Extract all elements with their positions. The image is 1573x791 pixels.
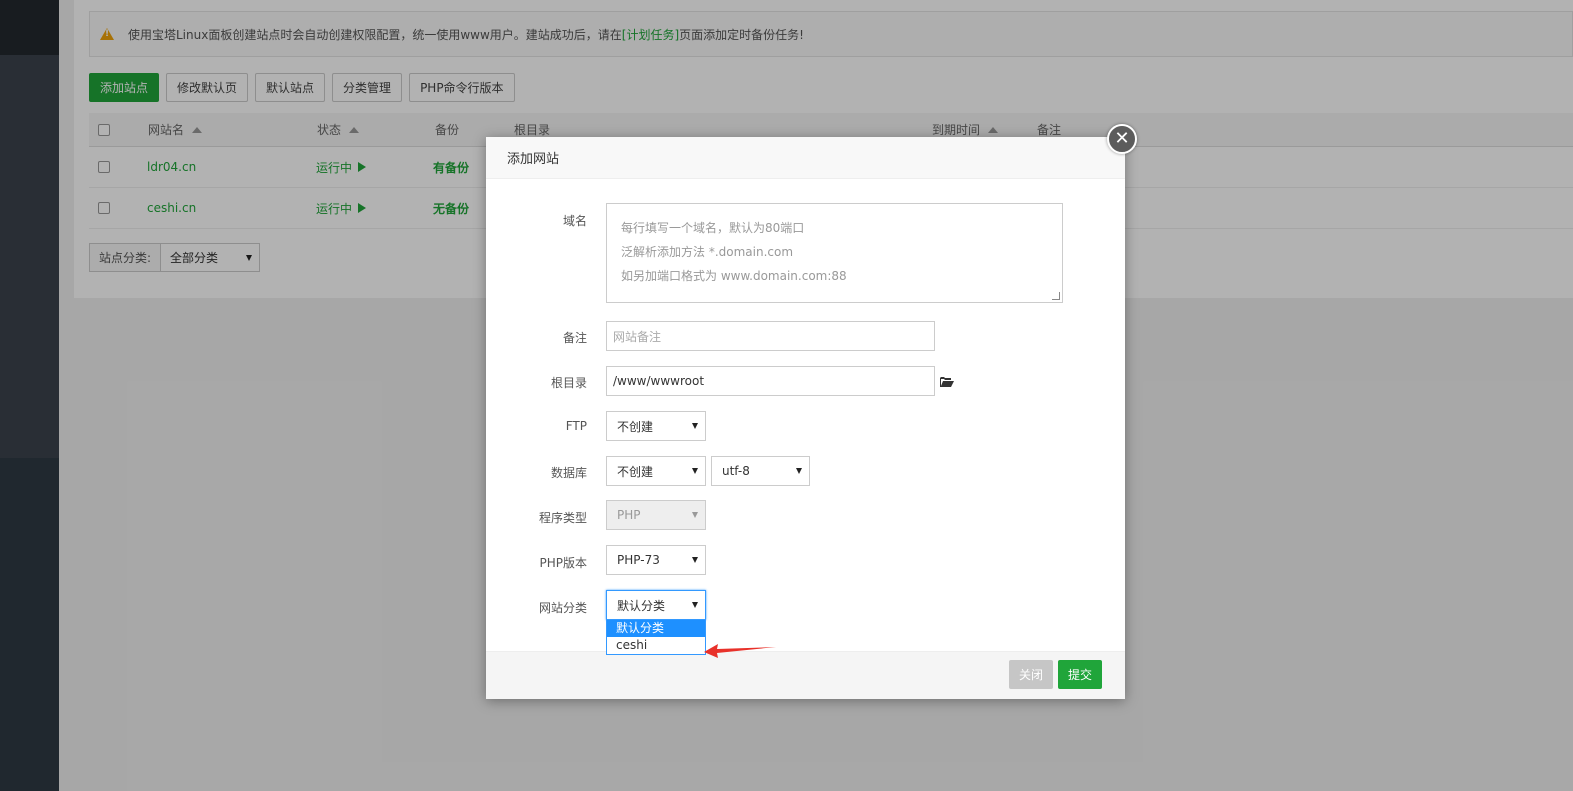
site-category-select[interactable]: 默认分类 <box>606 590 706 620</box>
chevron-down-icon <box>692 423 698 429</box>
site-category-dropdown: 默认分类 ceshi <box>606 619 706 655</box>
label-site-category: 网站分类 <box>538 601 587 615</box>
chevron-down-icon <box>692 468 698 474</box>
db-charset-select[interactable]: utf-8 <box>711 456 810 486</box>
category-option[interactable]: 默认分类 <box>607 620 705 637</box>
label-program-type: 程序类型 <box>538 511 587 525</box>
close-button[interactable]: 关闭 <box>1009 660 1054 689</box>
label-root: 根目录 <box>550 376 587 390</box>
submit-button[interactable]: 提交 <box>1058 660 1103 689</box>
php-version-select[interactable]: PHP-73 <box>606 545 706 575</box>
chevron-down-icon <box>692 512 698 518</box>
chevron-down-icon <box>692 602 698 608</box>
program-type-select: PHP <box>606 500 706 530</box>
chevron-down-icon <box>796 468 802 474</box>
dialog-title: 添加网站 <box>486 137 1125 179</box>
label-domain: 域名 <box>562 214 587 228</box>
domain-placeholder-line: 每行填写一个域名，默认为80端口 <box>621 221 805 235</box>
ftp-select[interactable]: 不创建 <box>606 411 706 441</box>
domain-placeholder-line: 如另加端口格式为 www.domain.com:88 <box>621 269 847 283</box>
root-dir-input[interactable]: /www/wwwroot <box>606 366 935 396</box>
red-arrow-annotation <box>704 644 776 658</box>
close-icon[interactable]: ✕ <box>1107 124 1137 154</box>
label-ftp: FTP <box>565 419 587 433</box>
domain-textarea[interactable]: 每行填写一个域名，默认为80端口 泛解析添加方法 *.domain.com 如另… <box>606 203 1063 303</box>
resize-handle-icon[interactable] <box>1052 292 1060 300</box>
category-option[interactable]: ceshi <box>607 637 705 654</box>
chevron-down-icon <box>692 557 698 563</box>
domain-placeholder-line: 泛解析添加方法 *.domain.com <box>621 245 794 259</box>
label-php-version: PHP版本 <box>539 556 588 570</box>
folder-open-icon[interactable] <box>940 377 954 387</box>
remark-input[interactable]: 网站备注 <box>606 321 935 351</box>
label-remark: 备注 <box>562 331 587 345</box>
database-select[interactable]: 不创建 <box>606 456 706 486</box>
label-database: 数据库 <box>550 466 587 480</box>
